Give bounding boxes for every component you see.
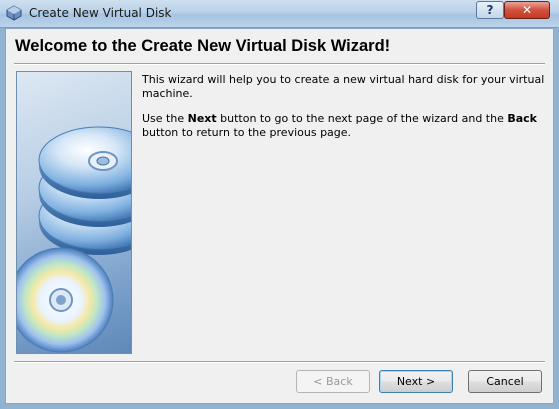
title-bar[interactable]: Create New Virtual Disk ? ✕ <box>0 0 559 28</box>
cancel-button[interactable]: Cancel <box>468 370 542 393</box>
wizard-sidebar-image <box>16 71 132 354</box>
virtualbox-icon <box>6 5 22 21</box>
footer-divider <box>14 361 545 363</box>
disk-stack-illustration <box>17 126 131 353</box>
cd-icon <box>17 247 114 353</box>
wizard-header: Welcome to the Create New Virtual Disk W… <box>6 29 553 62</box>
back-button[interactable]: < Back <box>296 370 370 393</box>
page-title: Welcome to the Create New Virtual Disk W… <box>15 37 391 55</box>
next-keyword: Next <box>187 112 217 125</box>
intro-paragraph: This wizard will help you to create a ne… <box>142 73 545 100</box>
navigation-paragraph: Use the Next button to go to the next pa… <box>142 112 547 140</box>
header-divider <box>14 63 545 65</box>
close-button[interactable]: ✕ <box>504 1 550 19</box>
wizard-window: Create New Virtual Disk ? ✕ Welcome to t… <box>0 0 559 409</box>
window-title: Create New Virtual Disk <box>29 6 172 20</box>
help-button[interactable]: ? <box>476 1 504 19</box>
wizard-description: This wizard will help you to create a ne… <box>142 73 547 151</box>
text-segment: button to return to the previous page. <box>142 126 352 139</box>
wizard-page: Welcome to the Create New Virtual Disk W… <box>5 28 554 404</box>
back-keyword: Back <box>507 112 538 125</box>
text-segment: button to go to the next page of the wiz… <box>216 112 508 125</box>
text-segment: Use the <box>142 112 188 125</box>
disk-stack-icon <box>38 126 131 255</box>
next-button[interactable]: Next > <box>379 370 453 393</box>
